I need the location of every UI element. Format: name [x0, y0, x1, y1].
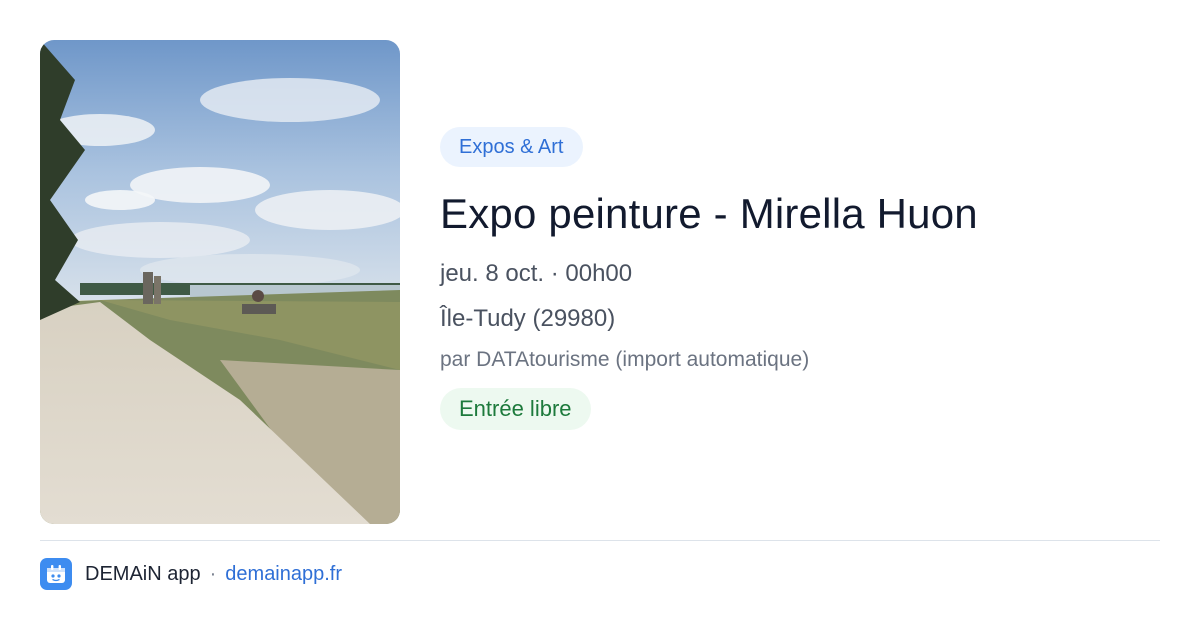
event-organizer: par DATAtourisme (import automatique) [440, 348, 810, 371]
app-name: DEMAiN app [85, 562, 201, 585]
demain-app-logo-icon [40, 558, 72, 590]
price-badge: Entrée libre [440, 388, 591, 430]
app-website-link[interactable]: demainapp.fr [225, 563, 342, 586]
event-title: Expo peinture - Mirella Huon [440, 190, 978, 237]
beach-path-photo [40, 40, 400, 524]
event-date: jeu. 8 oct. · 00h00 [440, 260, 633, 287]
event-photo [40, 40, 400, 524]
event-info: Expos & Art Expo peinture - Mirella Huon… [440, 127, 1160, 430]
footer-divider [40, 540, 1160, 541]
category-badge[interactable]: Expos & Art [440, 127, 583, 167]
footer-separator: · [209, 562, 217, 585]
footer: DEMAiN app · demainapp.fr [40, 558, 342, 590]
event-location: Île-Tudy (29980) [440, 305, 616, 332]
